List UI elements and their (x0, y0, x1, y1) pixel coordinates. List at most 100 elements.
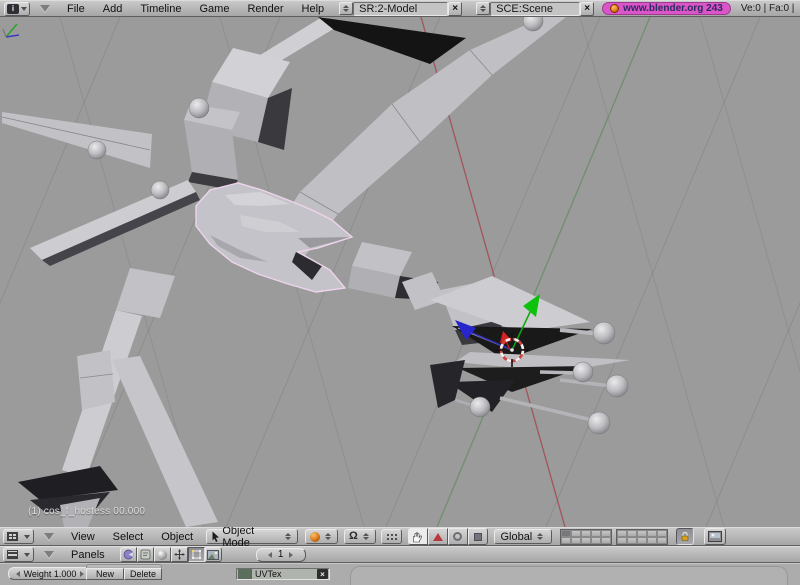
blender-logo-icon (610, 4, 619, 13)
manipulator-toggles (408, 528, 488, 545)
header-collapse-icon[interactable] (44, 551, 54, 558)
layer-cell[interactable] (601, 537, 611, 544)
editor-type-button[interactable] (3, 547, 34, 562)
info-header: i File Add Timeline Game Render Help SR:… (0, 0, 800, 17)
mode-label: Object Mode (222, 525, 280, 549)
screen-browse-button[interactable] (339, 2, 353, 15)
material-sphere-icon (157, 550, 167, 560)
info-window-icon: i (7, 4, 19, 14)
vertex-group-new-button[interactable]: New (86, 568, 124, 580)
editor-type-button[interactable] (3, 529, 34, 544)
scene-image-icon (207, 550, 219, 560)
orientation-dropdown[interactable]: Global (494, 529, 552, 544)
header-collapse-icon[interactable] (44, 533, 54, 540)
view3d-header: View Select Object Object Mode Ω (0, 527, 800, 546)
window-type-button[interactable]: i (4, 2, 30, 16)
menu-select[interactable]: Select (104, 531, 153, 543)
manipulator-hand-button[interactable] (408, 528, 428, 545)
view3d-editor-icon (7, 532, 18, 541)
chevron-down-icon (24, 535, 30, 539)
screen-close-button[interactable]: × (448, 2, 462, 16)
frame-number-field[interactable]: 1 (256, 548, 306, 562)
layer-1[interactable] (561, 530, 571, 537)
pivot-dropdown[interactable]: Ω (344, 529, 376, 544)
menu-game[interactable]: Game (190, 3, 238, 15)
vertex-group-panel: New Delete (86, 564, 162, 580)
scale-manipulator-button[interactable] (468, 528, 488, 545)
uvtex-delete-button[interactable]: × (317, 569, 328, 579)
layer-grid-right (616, 529, 668, 545)
menu-render[interactable]: Render (238, 3, 292, 15)
script-context-button[interactable] (137, 547, 154, 562)
header-collapse-icon[interactable] (40, 5, 50, 12)
layer-cell[interactable] (637, 530, 647, 537)
layer-cell[interactable] (637, 537, 647, 544)
increment-icon (80, 571, 84, 577)
layer-cell[interactable] (647, 537, 657, 544)
uvtex-field[interactable]: UVTex × (236, 568, 330, 580)
layer-cell[interactable] (647, 530, 657, 537)
translate-triangle-icon (433, 533, 443, 541)
decrement-icon (16, 571, 20, 577)
menu-help[interactable]: Help (293, 3, 334, 15)
shaded-sphere-icon (310, 532, 320, 542)
layer-cell[interactable] (591, 530, 601, 537)
blender-window: i File Add Timeline Game Render Help SR:… (0, 0, 800, 585)
chevron-down-icon (21, 7, 27, 11)
layer-cell[interactable] (627, 537, 637, 544)
move-centers-button[interactable] (381, 529, 402, 544)
layer-cell[interactable] (617, 530, 627, 537)
weight-slider[interactable]: Weight 1.000 (8, 567, 92, 580)
logic-context-button[interactable] (120, 547, 137, 562)
screen-name-field[interactable]: SR:2-Model (353, 2, 448, 16)
pivot-rotation-icon: Ω (349, 531, 358, 542)
viewport-3d[interactable]: (1) cos_f_hostess 00.000 (0, 17, 800, 527)
menu-timeline[interactable]: Timeline (131, 3, 190, 15)
rotate-manipulator-button[interactable] (448, 528, 468, 545)
layer-cell[interactable] (581, 530, 591, 537)
layer-cell[interactable] (581, 537, 591, 544)
version-banner[interactable]: www.blender.org 243 (602, 2, 731, 15)
object-context-button[interactable] (171, 547, 188, 562)
centers-dots-icon (385, 532, 398, 541)
logic-icon (123, 549, 134, 560)
layer-cell[interactable] (571, 530, 581, 537)
layer-cell[interactable] (627, 530, 637, 537)
chevron-down-icon (24, 553, 30, 557)
render-preview-button[interactable] (704, 528, 726, 545)
screen-selector: SR:2-Model × (339, 2, 462, 16)
layer-cell[interactable] (657, 530, 667, 537)
object-mode-icon (211, 531, 219, 542)
scene-browse-button[interactable] (476, 2, 490, 15)
version-label: www.blender.org 243 (623, 3, 723, 14)
draw-type-dropdown[interactable] (305, 529, 338, 544)
lock-layers-button[interactable] (676, 528, 694, 545)
layer-cell[interactable] (601, 530, 611, 537)
layer-cell[interactable] (591, 537, 601, 544)
updown-icon (363, 533, 369, 540)
scene-name-field[interactable]: SCE:Scene (490, 2, 580, 16)
translate-manipulator-button[interactable] (428, 528, 448, 545)
menu-add[interactable]: Add (94, 3, 132, 15)
menu-object[interactable]: Object (152, 531, 202, 543)
scene-context-button[interactable] (205, 547, 222, 562)
rotate-circle-icon (453, 532, 462, 541)
panels-menu[interactable]: Panels (62, 549, 114, 561)
menu-file[interactable]: File (58, 3, 94, 15)
mode-dropdown[interactable]: Object Mode (206, 529, 298, 544)
vertex-group-delete-button[interactable]: Delete (124, 568, 162, 580)
hand-icon (411, 531, 424, 543)
layer-cell[interactable] (617, 537, 627, 544)
updown-icon (480, 5, 486, 12)
scene-close-button[interactable]: × (580, 2, 594, 16)
image-icon (708, 531, 722, 542)
viewport-canvas[interactable] (0, 17, 800, 527)
shading-context-button[interactable] (154, 547, 171, 562)
updown-icon (285, 533, 291, 540)
editing-context-button[interactable] (188, 547, 205, 562)
layer-cell[interactable] (657, 537, 667, 544)
layer-cell[interactable] (561, 537, 571, 544)
context-buttons (120, 547, 222, 562)
menu-view[interactable]: View (62, 531, 104, 543)
layer-cell[interactable] (571, 537, 581, 544)
